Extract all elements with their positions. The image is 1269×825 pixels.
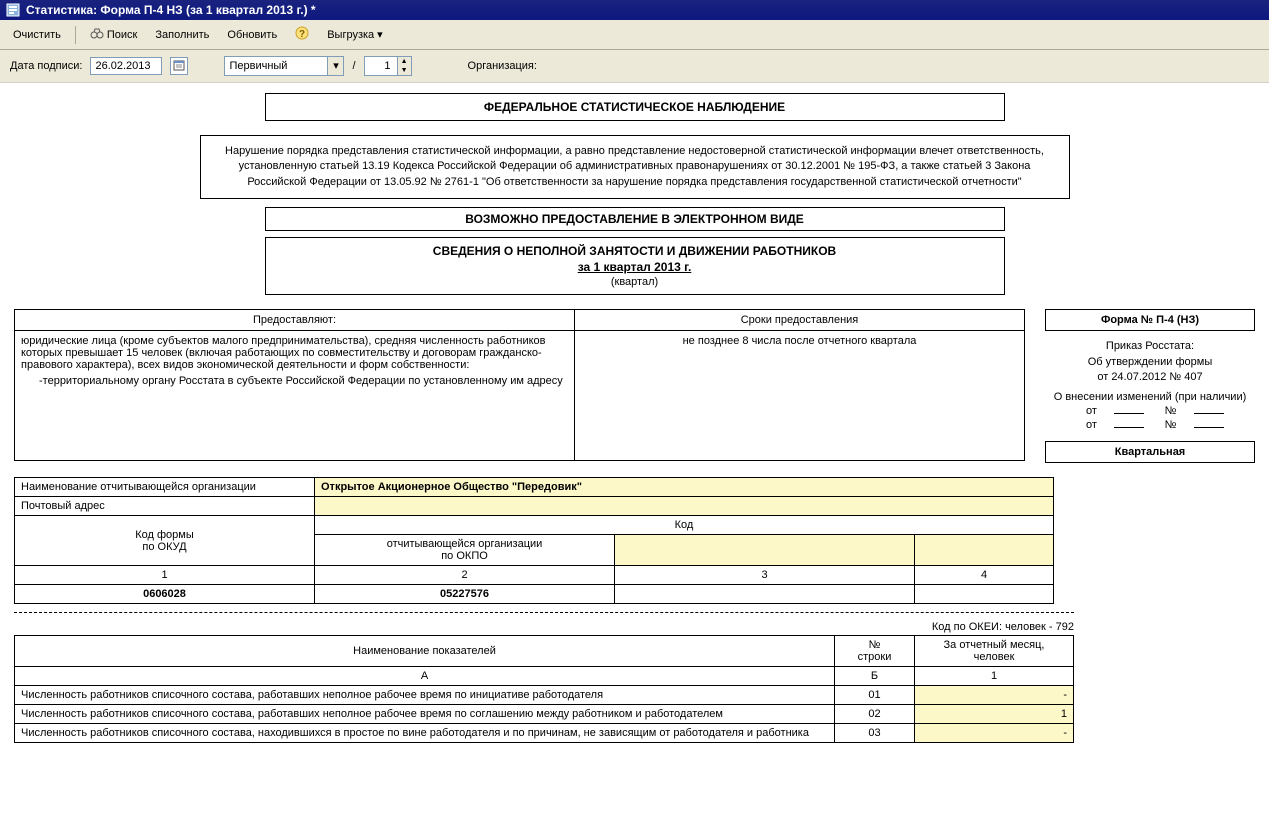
help-icon: ? xyxy=(295,26,309,43)
help-button[interactable]: ? xyxy=(288,23,316,46)
spin-up-icon[interactable]: ▲ xyxy=(398,57,411,66)
date-label: Дата подписи: xyxy=(10,60,82,72)
order-line1: Приказ Росстата: xyxy=(1045,339,1255,354)
code4-value[interactable] xyxy=(915,535,1054,566)
calendar-button[interactable] xyxy=(170,57,188,75)
export-button[interactable]: Выгрузка ▾ xyxy=(320,25,390,44)
number-value: 1 xyxy=(365,60,397,72)
code3-bottom xyxy=(615,585,915,604)
changes-label: О внесении изменений (при наличии) xyxy=(1045,391,1255,403)
indicator-val[interactable]: - xyxy=(915,724,1074,743)
fill-button[interactable]: Заполнить xyxy=(148,26,216,44)
right-info-column: Форма № П-4 (НЗ) Приказ Росстата: Об утв… xyxy=(1045,309,1255,463)
org-info-table: Наименование отчитывающейся организации … xyxy=(14,477,1054,604)
indicator-no: 03 xyxy=(835,724,915,743)
provides-text: юридические лица (кроме субъектов малого… xyxy=(21,335,568,371)
okpo-header: отчитывающейся организации по ОКПО xyxy=(315,535,615,566)
okud-value: 0606028 xyxy=(15,585,315,604)
table-row: Численность работников списочного состав… xyxy=(15,705,1074,724)
org-name-label: Наименование отчитывающейся организации xyxy=(15,478,315,497)
refresh-button[interactable]: Обновить xyxy=(220,26,284,44)
clear-button[interactable]: Очистить xyxy=(6,26,68,44)
window-titlebar: Статистика: Форма П-4 НЗ (за 1 квартал 2… xyxy=(0,0,1269,20)
post-address-value[interactable] xyxy=(315,497,1054,516)
okud-header: Код формы по ОКУД xyxy=(15,516,315,566)
electronic-note: ВОЗМОЖНО ПРЕДОСТАВЛЕНИЕ В ЭЛЕКТРОННОМ ВИ… xyxy=(265,207,1005,231)
dt-sub-1: 1 xyxy=(915,667,1074,686)
slash-label: / xyxy=(352,60,355,72)
order-line2: Об утверждении формы xyxy=(1045,355,1255,370)
dt-head-name: Наименование показателей xyxy=(15,636,835,667)
provides-header: Предоставляют: xyxy=(15,310,575,331)
number-stepper[interactable]: 1 ▲▼ xyxy=(364,56,412,76)
toolbar: Очистить Поиск Заполнить Обновить ? Выгр… xyxy=(0,20,1269,50)
params-bar: Дата подписи: Первичный ▾ / 1 ▲▼ Организ… xyxy=(0,50,1269,83)
from-label: от xyxy=(1076,419,1106,431)
date-input[interactable] xyxy=(90,57,162,75)
from-label: от xyxy=(1076,405,1106,417)
deadlines-body: не позднее 8 числа после отчетного кварт… xyxy=(575,331,1025,461)
doctype-value: Первичный xyxy=(225,60,291,72)
indicator-name: Численность работников списочного состав… xyxy=(15,724,835,743)
indicator-no: 01 xyxy=(835,686,915,705)
col-num-3: 3 xyxy=(615,566,915,585)
federal-header: ФЕДЕРАЛЬНОЕ СТАТИСТИЧЕСКОЕ НАБЛЮДЕНИЕ xyxy=(265,93,1005,121)
search-label: Поиск xyxy=(107,29,137,41)
page-content: ФЕДЕРАЛЬНОЕ СТАТИСТИЧЕСКОЕ НАБЛЮДЕНИЕ На… xyxy=(0,83,1269,753)
form-number: Форма № П-4 (НЗ) xyxy=(1045,309,1255,331)
app-icon xyxy=(6,3,20,17)
search-button[interactable]: Поиск xyxy=(83,24,144,45)
svg-text:?: ? xyxy=(299,29,305,40)
report-title-box: СВЕДЕНИЯ О НЕПОЛНОЙ ЗАНЯТОСТИ И ДВИЖЕНИИ… xyxy=(265,237,1005,295)
chevron-down-icon: ▾ xyxy=(327,57,343,75)
dt-head-rowno: № строки xyxy=(835,636,915,667)
okei-note: Код по ОКЕИ: человек - 792 xyxy=(14,621,1074,633)
export-label: Выгрузка xyxy=(327,29,374,41)
code3-value[interactable] xyxy=(615,535,915,566)
change-line-2: от № xyxy=(1045,419,1255,431)
spin-down-icon[interactable]: ▼ xyxy=(398,66,411,75)
dt-sub-a: А xyxy=(15,667,835,686)
dashed-separator xyxy=(14,612,1074,613)
report-period: за 1 квартал 2013 г. xyxy=(276,260,994,274)
calendar-icon xyxy=(173,59,185,74)
provides-table: Предоставляют: Сроки предоставления юрид… xyxy=(14,309,1025,461)
col-num-1: 1 xyxy=(15,566,315,585)
col-num-4: 4 xyxy=(915,566,1054,585)
indicator-val[interactable]: - xyxy=(915,686,1074,705)
indicator-name: Численность работников списочного состав… xyxy=(15,686,835,705)
post-address-label: Почтовый адрес xyxy=(15,497,315,516)
binoculars-icon xyxy=(90,27,104,42)
warning-box: Нарушение порядка представления статисти… xyxy=(200,135,1070,199)
dt-head-val: За отчетный месяц, человек xyxy=(915,636,1074,667)
org-label: Организация: xyxy=(468,60,537,72)
window-title: Статистика: Форма П-4 НЗ (за 1 квартал 2… xyxy=(26,3,316,17)
deadlines-header: Сроки предоставления xyxy=(575,310,1025,331)
code4-bottom xyxy=(915,585,1054,604)
dt-sub-b: Б xyxy=(835,667,915,686)
no-label: № xyxy=(1156,419,1186,431)
col-num-2: 2 xyxy=(315,566,615,585)
report-period-note: (квартал) xyxy=(276,276,994,288)
toolbar-sep xyxy=(75,26,76,44)
indicator-no: 02 xyxy=(835,705,915,724)
table-row: Численность работников списочного состав… xyxy=(15,724,1074,743)
report-title: СВЕДЕНИЯ О НЕПОЛНОЙ ЗАНЯТОСТИ И ДВИЖЕНИИ… xyxy=(276,244,994,258)
change-line-1: от № xyxy=(1045,405,1255,417)
okpo-value: 05227576 xyxy=(315,585,615,604)
doctype-combo[interactable]: Первичный ▾ xyxy=(224,56,344,76)
indicator-val[interactable]: 1 xyxy=(915,705,1074,724)
periodicity: Квартальная xyxy=(1045,441,1255,463)
indicator-name: Численность работников списочного состав… xyxy=(15,705,835,724)
org-name-value[interactable]: Открытое Акционерное Общество "Передовик… xyxy=(315,478,1054,497)
table-row: Численность работников списочного состав… xyxy=(15,686,1074,705)
provides-subtext: -территориальному органу Росстата в субъ… xyxy=(21,375,568,387)
chevron-down-icon: ▾ xyxy=(377,28,383,41)
no-label: № xyxy=(1156,405,1186,417)
code-header: Код xyxy=(315,516,1054,535)
provides-body: юридические лица (кроме субъектов малого… xyxy=(15,331,575,461)
indicators-table: Наименование показателей № строки За отч… xyxy=(14,635,1074,743)
order-line3: от 24.07.2012 № 407 xyxy=(1045,370,1255,385)
